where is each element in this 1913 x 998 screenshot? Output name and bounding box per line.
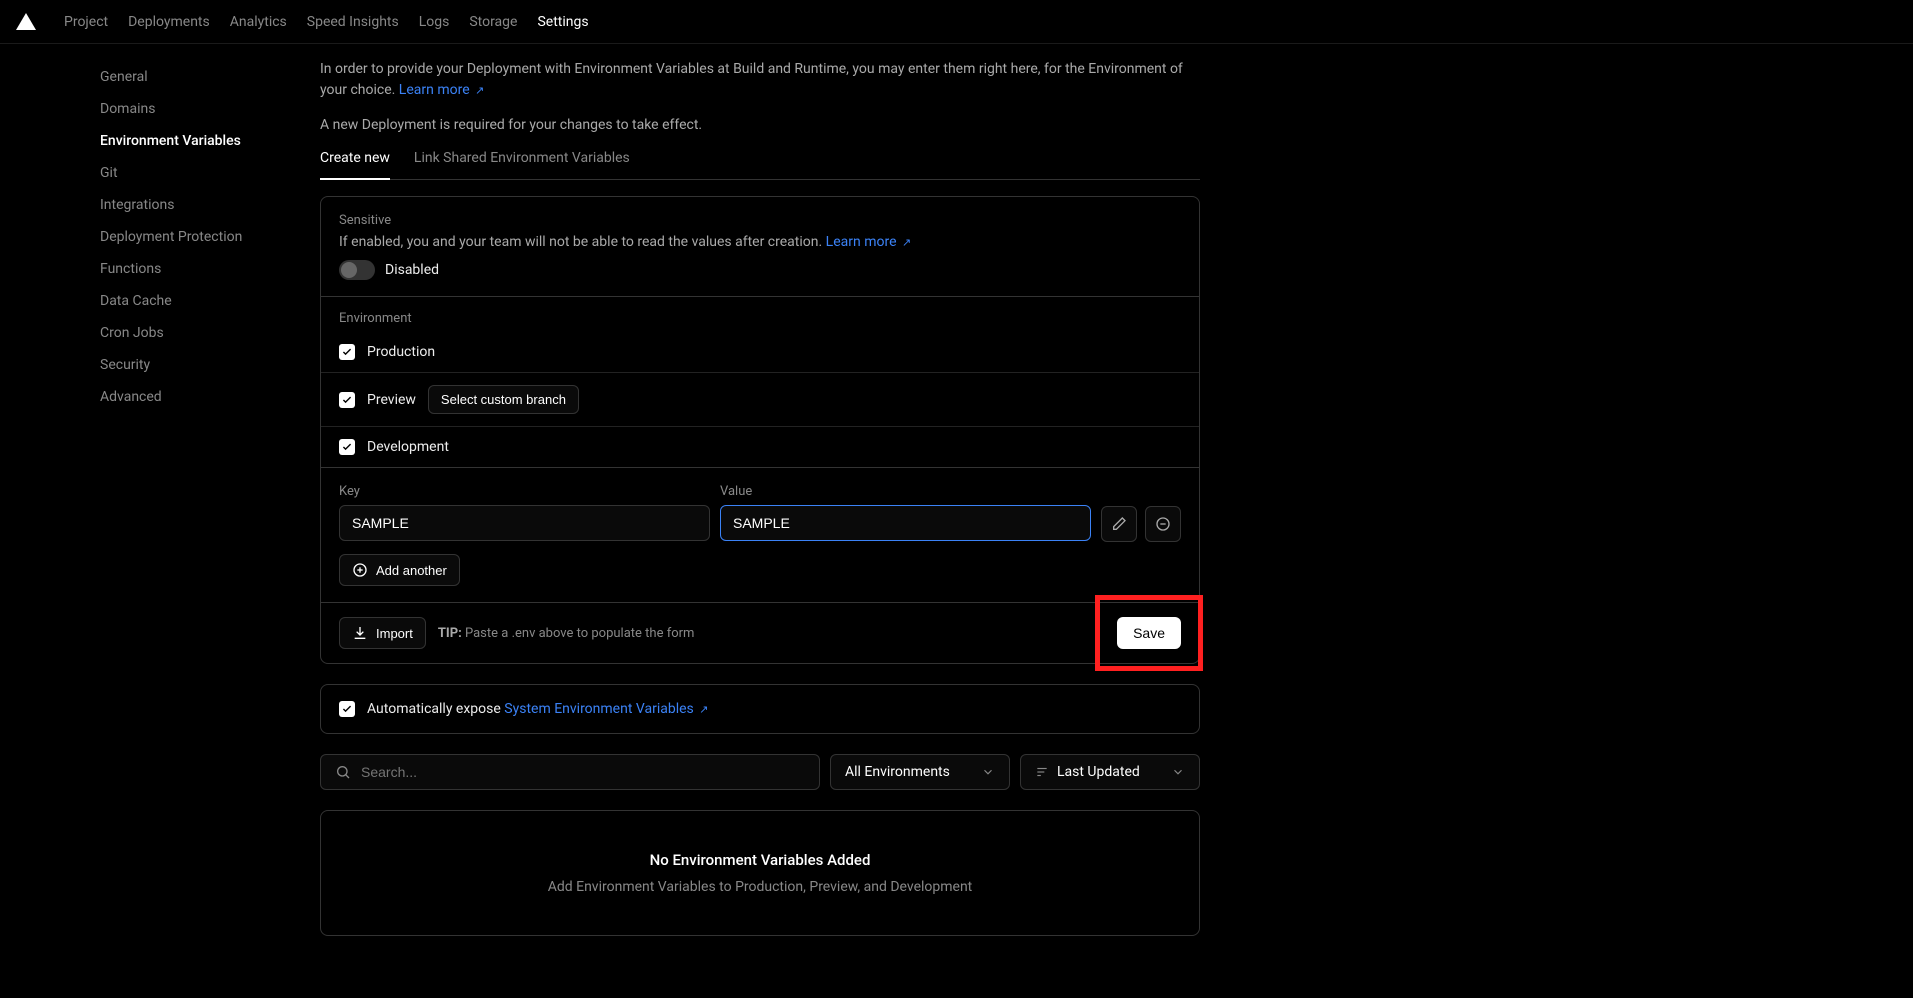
expose-panel: Automatically expose System Environment … (320, 684, 1200, 734)
sort-dropdown[interactable]: Last Updated (1020, 754, 1200, 790)
env-label-development: Development (367, 439, 449, 455)
create-panel: Sensitive If enabled, you and your team … (320, 196, 1200, 664)
sensitive-section: Sensitive If enabled, you and your team … (321, 197, 1199, 297)
sort-icon (1035, 765, 1049, 779)
expose-text: Automatically expose System Environment … (367, 701, 708, 717)
env-row-production: Production (321, 332, 1199, 373)
chevron-down-icon (981, 765, 995, 779)
empty-subtitle: Add Environment Variables to Production,… (361, 879, 1159, 895)
env-row-preview: Preview Select custom branch (321, 373, 1199, 427)
main-content: In order to provide your Deployment with… (290, 59, 1250, 956)
tab-link-shared[interactable]: Link Shared Environment Variables (414, 150, 630, 179)
env-row-development: Development (321, 427, 1199, 467)
nav-deployments[interactable]: Deployments (128, 14, 210, 30)
sidebar-functions[interactable]: Functions (100, 261, 290, 277)
select-custom-branch-button[interactable]: Select custom branch (428, 385, 579, 414)
chevron-down-icon (1171, 765, 1185, 779)
sensitive-status: Disabled (385, 262, 439, 278)
external-link-icon: ↗ (475, 84, 484, 97)
sensitive-toggle[interactable] (339, 260, 375, 280)
nav-logs[interactable]: Logs (419, 14, 450, 30)
deployment-note: A new Deployment is required for your ch… (320, 115, 1200, 136)
sidebar-data-cache[interactable]: Data Cache (100, 293, 290, 309)
description-text: In order to provide your Deployment with… (320, 59, 1200, 101)
pencil-icon (1111, 516, 1127, 532)
search-box[interactable] (320, 754, 820, 790)
nav-settings[interactable]: Settings (537, 14, 588, 30)
sidebar-cron-jobs[interactable]: Cron Jobs (100, 325, 290, 341)
nav-project[interactable]: Project (64, 14, 108, 30)
nav-storage[interactable]: Storage (469, 14, 517, 30)
plus-circle-icon (352, 562, 368, 578)
sidebar-general[interactable]: General (100, 69, 290, 85)
sidebar-deployment-protection[interactable]: Deployment Protection (100, 229, 290, 245)
key-input[interactable] (339, 505, 710, 541)
checkbox-production[interactable] (339, 344, 355, 360)
edit-button[interactable] (1101, 506, 1137, 542)
search-icon (335, 764, 351, 780)
value-label: Value (720, 484, 1091, 499)
environment-label: Environment (339, 311, 1181, 326)
add-another-button[interactable]: Add another (339, 554, 460, 586)
save-button[interactable]: Save (1117, 617, 1181, 649)
remove-button[interactable] (1145, 506, 1181, 542)
key-label: Key (339, 484, 710, 499)
environment-section: Environment Production Preview Select cu… (321, 297, 1199, 467)
import-button[interactable]: Import (339, 617, 426, 649)
sidebar-git[interactable]: Git (100, 165, 290, 181)
empty-panel: No Environment Variables Added Add Envir… (320, 810, 1200, 936)
sidebar-env-vars[interactable]: Environment Variables (100, 133, 290, 149)
sensitive-label: Sensitive (339, 213, 1181, 228)
filter-row: All Environments Last Updated (320, 754, 1200, 790)
sidebar-domains[interactable]: Domains (100, 101, 290, 117)
sidebar-advanced[interactable]: Advanced (100, 389, 290, 405)
nav-speed-insights[interactable]: Speed Insights (307, 14, 399, 30)
panel-footer: Import TIP: Paste a .env above to popula… (321, 603, 1199, 663)
vercel-logo-icon[interactable] (16, 13, 36, 30)
tip-text: TIP: Paste a .env above to populate the … (438, 626, 695, 641)
value-input[interactable] (720, 505, 1091, 541)
env-label-production: Production (367, 344, 435, 360)
learn-more-link[interactable]: Learn more ↗ (399, 82, 485, 98)
external-link-icon: ↗ (699, 703, 708, 716)
sensitive-learn-more-link[interactable]: Learn more ↗ (826, 234, 912, 250)
remove-icon (1155, 516, 1171, 532)
checkbox-preview[interactable] (339, 392, 355, 408)
tab-create-new[interactable]: Create new (320, 150, 390, 180)
nav-analytics[interactable]: Analytics (230, 14, 287, 30)
checkbox-development[interactable] (339, 439, 355, 455)
sidebar-security[interactable]: Security (100, 357, 290, 373)
system-env-vars-link[interactable]: System Environment Variables ↗ (504, 701, 708, 717)
tabs: Create new Link Shared Environment Varia… (320, 150, 1200, 180)
environments-dropdown[interactable]: All Environments (830, 754, 1010, 790)
kv-section: Key Value (321, 467, 1199, 603)
sidebar-integrations[interactable]: Integrations (100, 197, 290, 213)
download-icon (352, 625, 368, 641)
env-label-preview: Preview (367, 392, 416, 408)
sensitive-desc: If enabled, you and your team will not b… (339, 234, 1181, 250)
empty-title: No Environment Variables Added (361, 851, 1159, 869)
settings-sidebar: General Domains Environment Variables Gi… (0, 59, 290, 956)
checkbox-expose[interactable] (339, 701, 355, 717)
search-input[interactable] (361, 764, 805, 780)
top-nav: Project Deployments Analytics Speed Insi… (0, 0, 1913, 44)
external-link-icon: ↗ (902, 236, 911, 249)
